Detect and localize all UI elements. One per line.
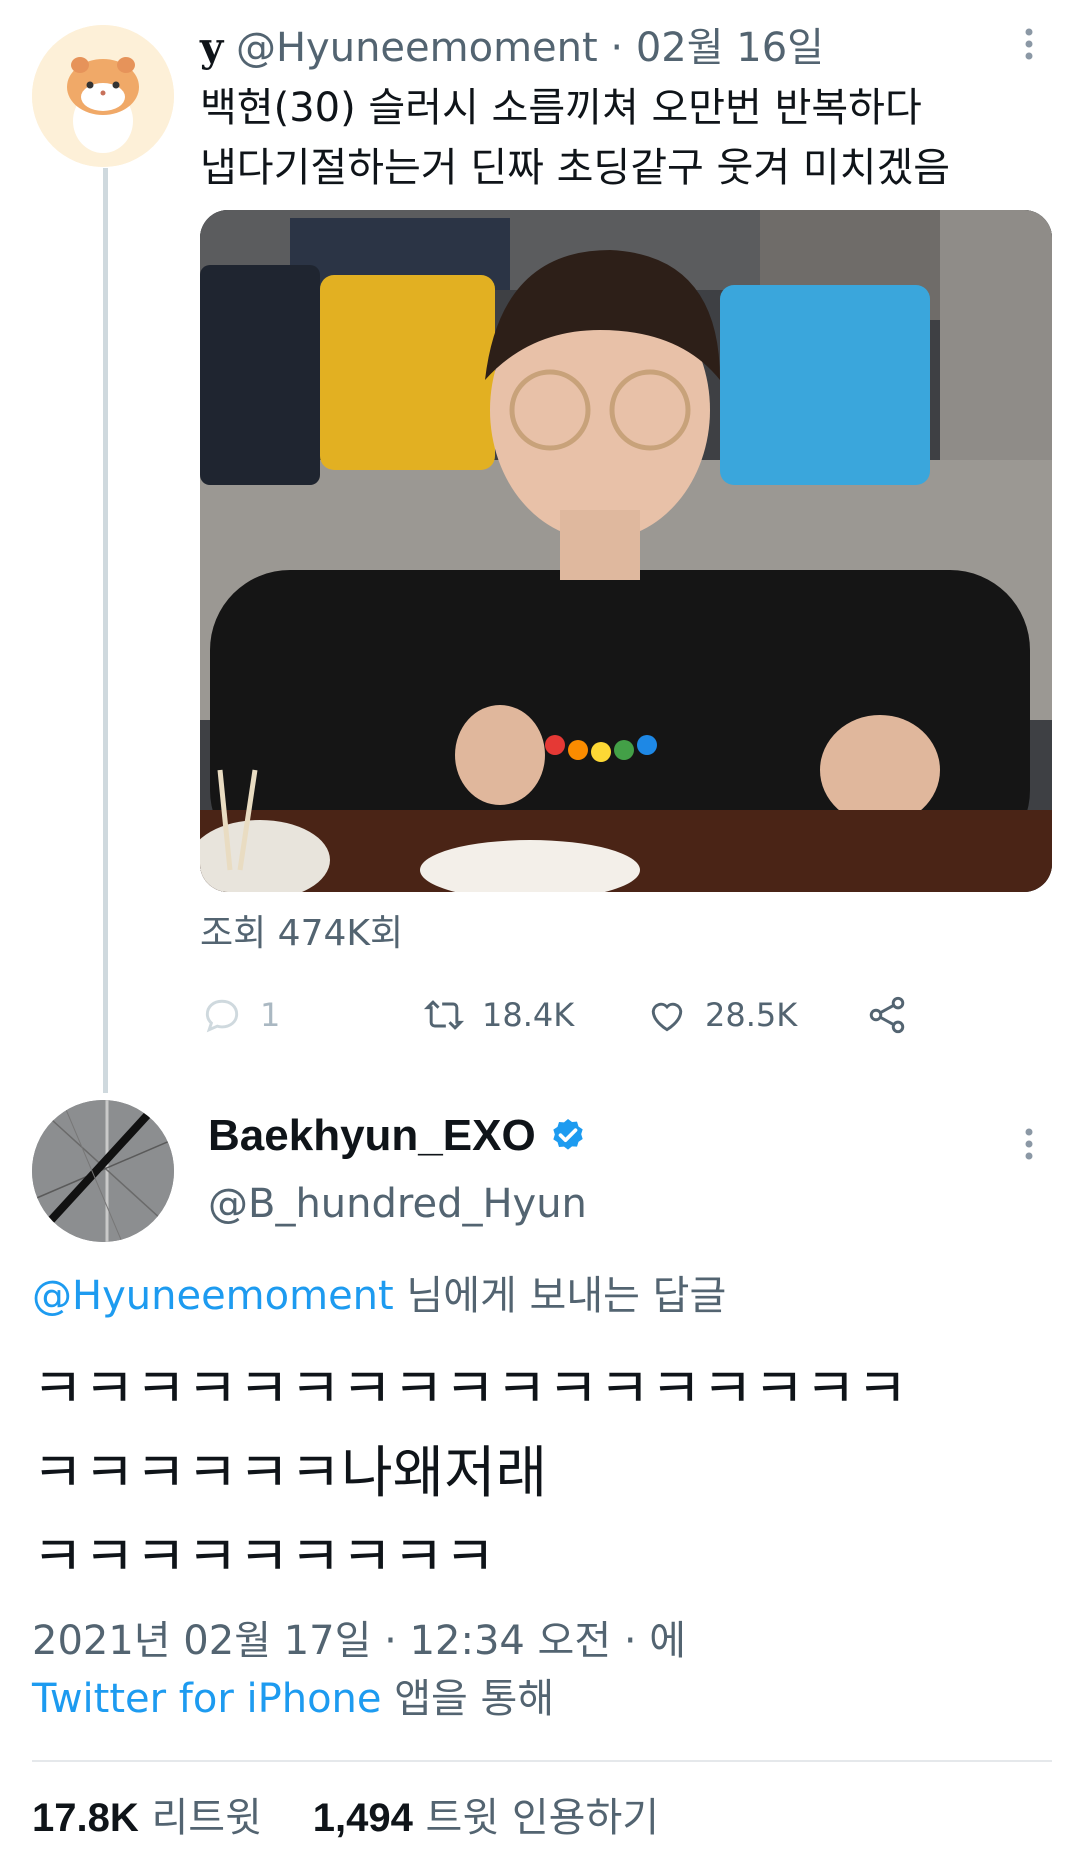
more-vertical-icon bbox=[1025, 28, 1033, 60]
reply-tweet-text: ㅋㅋㅋㅋㅋㅋㅋㅋㅋㅋㅋㅋㅋㅋㅋㅋㅋ ㅋㅋㅋㅋㅋㅋ나왜저래 ㅋㅋㅋㅋㅋㅋㅋㅋㅋ bbox=[32, 1348, 1052, 1600]
tweet-metadata: 2021년 02월 17일 · 12:34 오전 · 에 Twitter for… bbox=[32, 1612, 686, 1728]
like-count: 28.5K bbox=[705, 996, 798, 1034]
parent-more-button[interactable] bbox=[1014, 24, 1044, 64]
reply-display-name[interactable]: Baekhyun_EXO bbox=[208, 1106, 536, 1166]
reply-text-line: ㅋㅋㅋㅋㅋㅋㅋㅋㅋ bbox=[32, 1525, 496, 1590]
share-icon bbox=[869, 996, 905, 1034]
reply-tweet-avatar[interactable] bbox=[32, 1100, 174, 1242]
quotes-stat-count: 1,494 bbox=[312, 1796, 413, 1840]
parent-text-line: 백현(30) 슬러시 소름끼쳐 오만번 반복하다 bbox=[200, 85, 922, 131]
header-separator: · bbox=[610, 25, 624, 71]
parent-text-line: 냅다기절하는거 딘짜 초딩같구 웃겨 미치겠음 bbox=[200, 145, 951, 191]
quotes-stat-label: 트윗 인용하기 bbox=[412, 1795, 660, 1841]
reply-button[interactable]: 1 bbox=[200, 990, 280, 1040]
retweet-button[interactable]: 18.4K bbox=[422, 990, 574, 1040]
parent-display-name[interactable]: y bbox=[200, 24, 223, 71]
reply-text-line: ㅋㅋㅋㅋㅋㅋ나왜저래 bbox=[32, 1441, 548, 1506]
hamster-avatar-icon bbox=[32, 25, 174, 167]
thread-connector-line bbox=[103, 168, 108, 1093]
verified-badge-icon bbox=[553, 1119, 583, 1150]
replying-to-line: @Hyuneemoment 님에게 보내는 답글 bbox=[32, 1266, 726, 1326]
reply-author-name-row: Baekhyun_EXO bbox=[208, 1106, 588, 1166]
engagement-stats: 17.8K 리트윗 1,494 트윗 인용하기 bbox=[32, 1790, 659, 1846]
parent-action-bar: 1 18.4K 28.5K bbox=[200, 990, 1060, 1040]
parent-handle[interactable]: @Hyuneemoment bbox=[236, 25, 598, 71]
more-vertical-icon bbox=[1025, 1128, 1033, 1160]
reply-to-mention-link[interactable]: @Hyuneemoment bbox=[32, 1273, 394, 1319]
like-button[interactable]: 28.5K bbox=[645, 990, 797, 1040]
tweet-video-media[interactable] bbox=[200, 210, 1052, 892]
reply-more-button[interactable] bbox=[1014, 1124, 1044, 1164]
reply-count: 1 bbox=[260, 996, 281, 1034]
reply-bubble-icon bbox=[205, 999, 239, 1033]
reply-handle[interactable]: @B_hundred_Hyun bbox=[208, 1176, 587, 1232]
heart-icon bbox=[651, 1002, 683, 1032]
stats-divider bbox=[32, 1760, 1052, 1762]
retweets-stat-label: 리트윗 bbox=[138, 1795, 262, 1841]
retweets-stat-count: 17.8K bbox=[32, 1796, 139, 1840]
tweet-timestamp[interactable]: 2021년 02월 17일 · 12:34 오전 · 에 bbox=[32, 1612, 686, 1670]
view-count: 조회 474K회 bbox=[200, 913, 404, 954]
parent-date[interactable]: 02월 16일 bbox=[636, 25, 824, 71]
share-button[interactable] bbox=[865, 990, 909, 1040]
retweet-count: 18.4K bbox=[482, 996, 575, 1034]
parent-tweet-text: 백현(30) 슬러시 소름끼쳐 오만번 반복하다 냅다기절하는거 딘짜 초딩같구… bbox=[200, 78, 1050, 198]
retweet-icon bbox=[423, 1000, 465, 1030]
abstract-lines-avatar-icon bbox=[32, 1100, 174, 1242]
quotes-stat[interactable]: 1,494 트윗 인용하기 bbox=[313, 1795, 659, 1841]
video-frame-image bbox=[200, 210, 1052, 892]
parent-tweet-header: y @Hyuneemoment · 02월 16일 bbox=[200, 22, 824, 74]
source-suffix: 앱을 통해 bbox=[381, 1676, 555, 1722]
reply-text-line: ㅋㅋㅋㅋㅋㅋㅋㅋㅋㅋㅋㅋㅋㅋㅋㅋㅋ bbox=[32, 1357, 908, 1422]
source-app-link[interactable]: Twitter for iPhone bbox=[32, 1676, 382, 1722]
reply-to-suffix: 님에게 보내는 답글 bbox=[393, 1273, 727, 1319]
retweets-stat[interactable]: 17.8K 리트윗 bbox=[32, 1795, 262, 1841]
parent-tweet-avatar[interactable] bbox=[32, 25, 174, 167]
